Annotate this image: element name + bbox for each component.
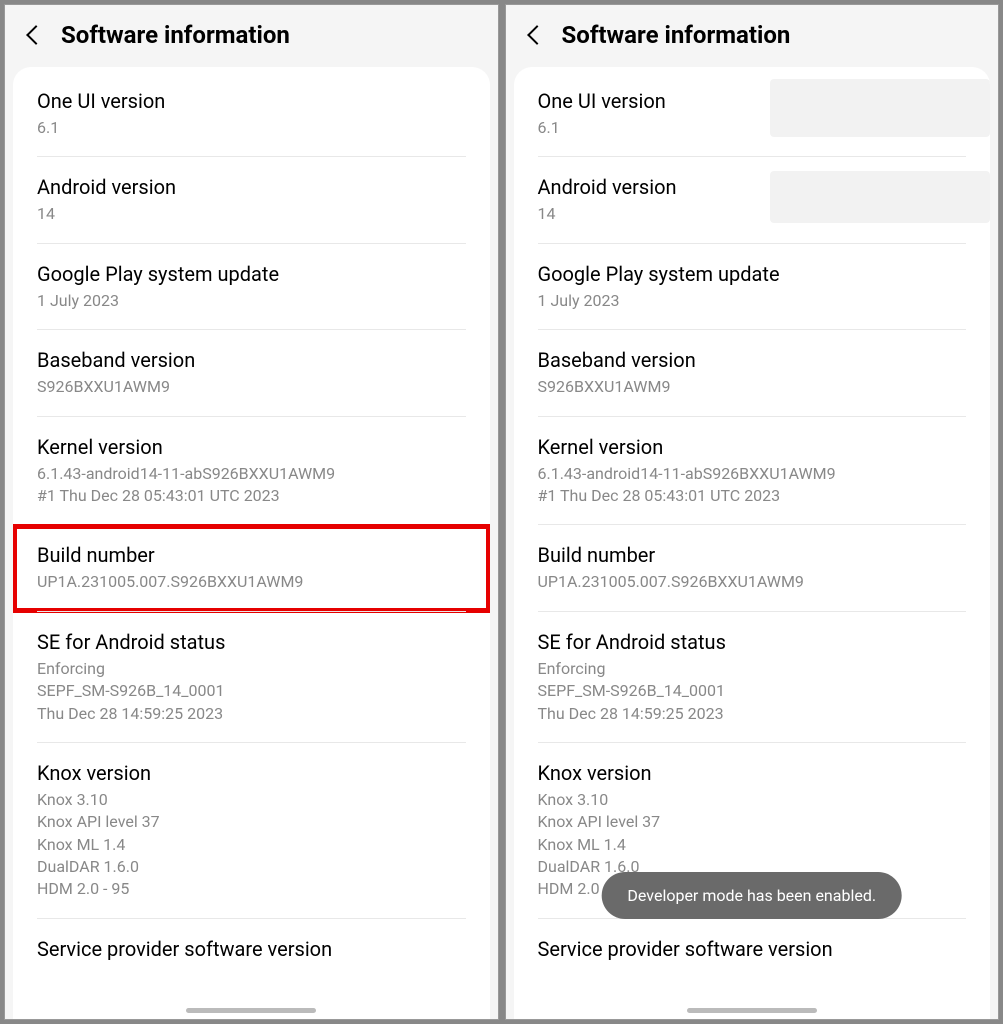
item-label: Google Play system update (538, 262, 967, 286)
item-baseband-version[interactable]: Baseband version S926BXXU1AWM9 (13, 330, 490, 416)
redaction-block (770, 171, 990, 223)
item-kernel-version[interactable]: Kernel version 6.1.43-android14-11-abS92… (13, 417, 490, 526)
item-one-ui-version[interactable]: One UI version 6.1 (514, 71, 991, 157)
item-value: Enforcing SEPF_SM-S926B_14_0001 Thu Dec … (37, 658, 466, 725)
item-android-version[interactable]: Android version 14 (514, 157, 991, 243)
item-label: Kernel version (37, 435, 466, 459)
item-google-play-update[interactable]: Google Play system update 1 July 2023 (13, 244, 490, 330)
toast-message: Developer mode has been enabled. (601, 872, 902, 919)
item-label: SE for Android status (538, 630, 967, 654)
item-build-number[interactable]: Build number UP1A.231005.007.S926BXXU1AW… (514, 525, 991, 611)
page-title: Software information (61, 21, 290, 49)
item-value: 14 (37, 203, 466, 225)
item-build-number[interactable]: Build number UP1A.231005.007.S926BXXU1AW… (13, 525, 490, 611)
item-label: Knox version (37, 761, 466, 785)
item-service-provider[interactable]: Service provider software version (13, 919, 490, 961)
content-list: One UI version 6.1 Android version 14 Go… (13, 67, 490, 1019)
item-label: Service provider software version (37, 937, 466, 961)
item-se-android-status[interactable]: SE for Android status Enforcing SEPF_SM-… (514, 612, 991, 743)
item-label: Baseband version (37, 348, 466, 372)
item-google-play-update[interactable]: Google Play system update 1 July 2023 (514, 244, 991, 330)
item-service-provider[interactable]: Service provider software version (514, 919, 991, 961)
screen-right: Software information One UI version 6.1 … (505, 4, 1000, 1020)
item-label: Service provider software version (538, 937, 967, 961)
item-label: Kernel version (538, 435, 967, 459)
page-title: Software information (562, 21, 791, 49)
header: Software information (506, 5, 999, 67)
screen-left: Software information One UI version 6.1 … (4, 4, 499, 1020)
item-kernel-version[interactable]: Kernel version 6.1.43-android14-11-abS92… (514, 417, 991, 526)
item-label: One UI version (37, 89, 466, 113)
redaction-block (770, 79, 990, 137)
item-baseband-version[interactable]: Baseband version S926BXXU1AWM9 (514, 330, 991, 416)
item-value: 1 July 2023 (538, 290, 967, 312)
nav-bar-indicator[interactable] (186, 1008, 316, 1013)
back-icon[interactable] (527, 25, 547, 45)
item-one-ui-version[interactable]: One UI version 6.1 (13, 71, 490, 157)
item-label: Baseband version (538, 348, 967, 372)
back-icon[interactable] (26, 25, 46, 45)
item-label: Android version (37, 175, 466, 199)
item-value: UP1A.231005.007.S926BXXU1AWM9 (538, 571, 967, 593)
item-label: Google Play system update (37, 262, 466, 286)
item-label: Knox version (538, 761, 967, 785)
nav-bar-indicator[interactable] (687, 1008, 817, 1013)
item-se-android-status[interactable]: SE for Android status Enforcing SEPF_SM-… (13, 612, 490, 743)
item-value: 6.1.43-android14-11-abS926BXXU1AWM9 #1 T… (538, 463, 967, 508)
item-label: Build number (538, 543, 967, 567)
item-value: 1 July 2023 (37, 290, 466, 312)
item-android-version[interactable]: Android version 14 (13, 157, 490, 243)
item-value: Knox 3.10 Knox API level 37 Knox ML 1.4 … (37, 789, 466, 901)
item-knox-version[interactable]: Knox version Knox 3.10 Knox API level 37… (13, 743, 490, 919)
item-label: Build number (37, 543, 466, 567)
item-label: SE for Android status (37, 630, 466, 654)
item-value: 6.1.43-android14-11-abS926BXXU1AWM9 #1 T… (37, 463, 466, 508)
item-value: S926BXXU1AWM9 (538, 376, 967, 398)
item-value: 6.1 (37, 117, 466, 139)
header: Software information (5, 5, 498, 67)
item-value: UP1A.231005.007.S926BXXU1AWM9 (37, 571, 466, 593)
item-value: S926BXXU1AWM9 (37, 376, 466, 398)
item-value: Enforcing SEPF_SM-S926B_14_0001 Thu Dec … (538, 658, 967, 725)
